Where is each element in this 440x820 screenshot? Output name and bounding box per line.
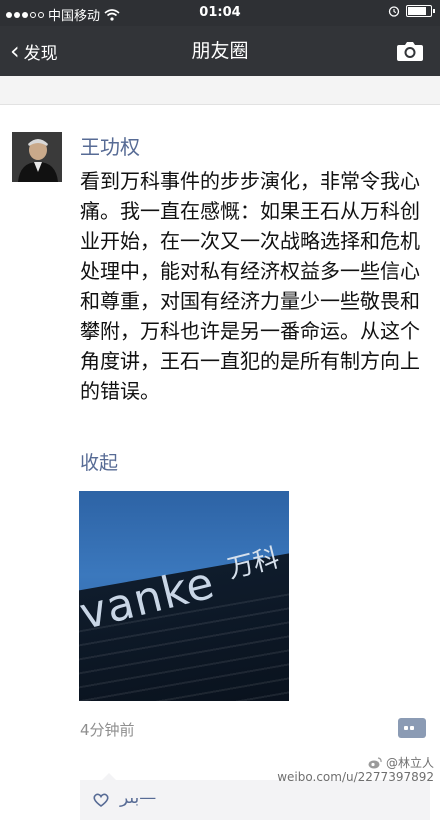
comment-dot: [404, 726, 408, 730]
avatar[interactable]: [12, 132, 62, 182]
back-label: 发现: [23, 43, 58, 64]
post-image[interactable]: vanke 万科: [79, 491, 289, 701]
heart-icon: [93, 793, 109, 807]
battery-icon: [406, 5, 435, 17]
page-title: 朋友圈: [191, 40, 249, 62]
alarm-icon: [388, 6, 400, 17]
post-timestamp: 4分钟前: [80, 721, 135, 739]
nav-bar: ‹ 发现 朋友圈: [0, 26, 440, 76]
watermark-handle-row: @林立人: [277, 756, 434, 770]
collapse-link[interactable]: 收起: [80, 448, 118, 475]
status-time: 01:04: [199, 5, 241, 20]
post-author[interactable]: 王功权: [80, 131, 140, 160]
likers-list[interactable]: بىر—: [120, 788, 156, 808]
back-button[interactable]: ‹ 发现: [10, 26, 58, 76]
weibo-icon: [368, 757, 382, 769]
watermark-handle: @林立人: [385, 756, 434, 770]
chevron-left-icon: ‹: [10, 37, 20, 65]
weibo-watermark: @林立人 weibo.com/u/2277397892: [277, 756, 434, 784]
moments-feed: 王功权 看到万科事件的步步演化，非常令我心痛。我一直在感慨：如果王石从万科创业开…: [0, 76, 440, 820]
avatar-portrait: [12, 132, 62, 182]
camera-icon[interactable]: [396, 40, 424, 62]
status-right: [388, 5, 435, 17]
status-bar: 中国移动 01:04: [0, 0, 440, 26]
watermark-url: weibo.com/u/2277397892: [277, 770, 434, 784]
comment-dot: [410, 726, 414, 730]
feed-top-gap: [0, 76, 440, 105]
likes-box: بىر—: [80, 773, 430, 820]
comment-button[interactable]: [398, 718, 426, 738]
post-text: 看到万科事件的步步演化，非常令我心痛。我一直在感慨：如果王石从万科创业开始，在一…: [80, 169, 420, 403]
